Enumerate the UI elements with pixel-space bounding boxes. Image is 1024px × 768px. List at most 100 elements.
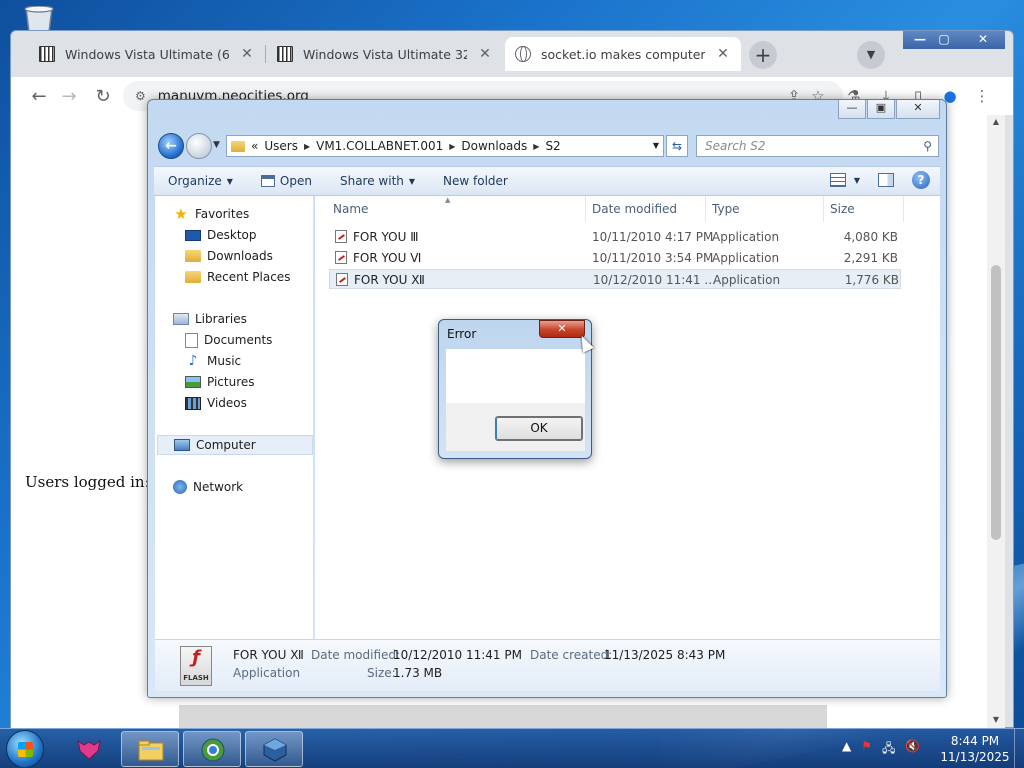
organize-button[interactable]: Organize ▼	[154, 174, 247, 188]
nav-downloads[interactable]: Downloads	[185, 246, 273, 266]
error-dialog: Error ✕ OK	[438, 319, 592, 459]
show-desktop-button[interactable]	[1014, 729, 1024, 768]
breadcrumb-s2[interactable]: S2	[545, 139, 560, 153]
explorer-maximize-button[interactable]: ▣	[867, 100, 895, 119]
explorer-minimize-button[interactable]: —	[838, 100, 866, 119]
show-hidden-icons-icon[interactable]: ▲	[842, 739, 851, 760]
breadcrumb-overflow[interactable]: «	[251, 139, 258, 153]
breadcrumb-arrow-icon[interactable]: ▶	[533, 142, 539, 151]
tab-socket-io[interactable]: socket.io makes computers ✕	[505, 37, 741, 71]
documents-icon	[185, 332, 198, 348]
scroll-up-arrow-icon[interactable]: ▲	[990, 117, 1002, 126]
taskbar-app-virtualbox[interactable]	[245, 731, 303, 767]
details-file-kind: Application	[233, 666, 301, 680]
nav-network[interactable]: Network	[173, 477, 243, 497]
action-center-flag-icon[interactable]: ⚑	[861, 739, 872, 760]
nav-pictures[interactable]: Pictures	[185, 372, 255, 392]
explorer-close-button[interactable]: ✕	[896, 100, 940, 119]
refresh-icon: ⇆	[671, 139, 683, 153]
back-button[interactable]: ←	[158, 133, 184, 159]
file-date: 10/11/2010 3:54 PM	[592, 251, 714, 265]
file-size: 2,291 KB	[843, 251, 898, 265]
forward-arrow-icon[interactable]: →	[57, 85, 81, 109]
recycle-bin-icon[interactable]	[20, 6, 58, 32]
nav-favorites[interactable]: ★ Favorites	[173, 204, 249, 224]
building-icon	[277, 46, 293, 62]
ok-button[interactable]: OK	[495, 416, 583, 441]
search-icon[interactable]: ⚲	[923, 136, 932, 156]
tab-vista-64[interactable]: Windows Vista Ultimate (64-bit ✕	[29, 37, 265, 71]
refresh-button[interactable]: ⇆	[666, 135, 688, 157]
nav-recent-places[interactable]: Recent Places	[185, 267, 290, 287]
tab-search-button[interactable]: ▼	[857, 41, 885, 69]
file-row-selected[interactable]: FOR YOU Ⅻ 10/12/2010 11:41 ... Applicati…	[329, 269, 901, 289]
address-dropdown-icon[interactable]: ▼	[653, 141, 659, 150]
nav-music[interactable]: ♪ Music	[185, 351, 242, 371]
recent-pages-chevron-icon[interactable]: ▼	[213, 140, 220, 150]
new-tab-button[interactable]: +	[749, 41, 777, 69]
close-tab-icon[interactable]: ✕	[239, 46, 255, 62]
change-view-button[interactable]: ▼	[829, 173, 860, 187]
view-controls: ▼ ?	[829, 171, 930, 189]
taskbar-app-explorer[interactable]	[121, 731, 179, 767]
scrollbar-thumb[interactable]	[991, 265, 1001, 540]
libraries-icon	[173, 313, 189, 325]
folder-icon	[231, 140, 245, 152]
file-row[interactable]: FOR YOU Ⅲ 10/11/2010 4:17 PM Application…	[329, 227, 901, 247]
close-tab-icon[interactable]: ✕	[477, 46, 493, 62]
flash-logo-glyph: ƒ	[192, 647, 200, 668]
nav-documents[interactable]: Documents	[185, 330, 272, 350]
breadcrumb-users[interactable]: Users	[264, 139, 298, 153]
open-button[interactable]: Open	[247, 174, 326, 188]
details-modified-value: 10/12/2010 11:41 PM	[393, 648, 522, 662]
start-button[interactable]	[6, 730, 44, 768]
site-info-icon[interactable]: ⚙	[135, 89, 146, 103]
organize-label: Organize	[168, 174, 222, 188]
share-with-button[interactable]: Share with ▼	[326, 174, 429, 188]
close-tab-icon[interactable]: ✕	[715, 46, 731, 62]
nav-videos[interactable]: Videos	[185, 393, 247, 413]
breadcrumb-downloads[interactable]: Downloads	[461, 139, 527, 153]
maximize-window-button[interactable]: ▢	[927, 31, 961, 49]
open-window-icon	[260, 175, 275, 187]
taskbar-app-fox[interactable]	[60, 731, 118, 767]
column-header-type[interactable]: Type	[706, 196, 824, 222]
forward-button[interactable]	[186, 133, 212, 159]
reload-icon[interactable]: ↻	[91, 85, 115, 109]
column-header-date[interactable]: Date modified	[586, 196, 706, 222]
breadcrumb-arrow-icon[interactable]: ▶	[304, 142, 310, 151]
explorer-address-bar[interactable]: « Users ▶ VM1.COLLABNET.001 ▶ Downloads …	[226, 135, 664, 157]
fox-app-icon	[77, 739, 101, 760]
new-folder-button[interactable]: New folder	[429, 174, 522, 188]
scroll-down-arrow-icon[interactable]: ▼	[990, 715, 1002, 724]
nav-desktop[interactable]: Desktop	[185, 225, 257, 245]
nav-label: Computer	[196, 438, 256, 452]
details-pane: ƒ FLASH FOR YOU Ⅻ Date modified: 10/12/2…	[155, 639, 940, 691]
sort-ascending-icon: ▲	[445, 196, 451, 204]
nav-label: Recent Places	[207, 270, 291, 284]
details-modified-label: Date modified:	[311, 648, 401, 662]
network-status-icon[interactable]: 🖧	[882, 739, 895, 760]
breadcrumb-account[interactable]: VM1.COLLABNET.001	[316, 139, 443, 153]
page-scrollbar[interactable]: ▲ ▼	[987, 115, 1005, 729]
application-file-icon	[336, 273, 348, 286]
preview-pane-icon[interactable]	[878, 173, 894, 187]
breadcrumb-arrow-icon[interactable]: ▶	[449, 142, 455, 151]
column-header-size[interactable]: Size	[824, 196, 904, 222]
column-header-name[interactable]: Name	[327, 196, 586, 222]
dialog-close-button[interactable]: ✕	[539, 320, 585, 338]
explorer-search-box[interactable]: Search S2 ⚲	[696, 135, 939, 157]
back-arrow-icon[interactable]: ←	[27, 85, 51, 109]
tab-vista-32[interactable]: Windows Vista Ultimate 32 Bit S ✕	[267, 37, 503, 71]
nav-computer[interactable]: Computer	[157, 435, 313, 455]
page-footer-bar	[179, 705, 827, 729]
help-icon[interactable]: ?	[912, 171, 930, 189]
taskbar-app-browser[interactable]	[183, 731, 241, 767]
menu-dots-icon[interactable]: ⋮	[971, 85, 993, 107]
file-row[interactable]: FOR YOU Ⅵ 10/11/2010 3:54 PM Application…	[329, 248, 901, 268]
volume-muted-icon[interactable]: 🔇	[905, 739, 920, 760]
close-window-button[interactable]: ✕	[961, 31, 1005, 49]
tab-title: socket.io makes computers	[541, 46, 705, 62]
nav-libraries[interactable]: Libraries	[173, 309, 247, 329]
taskbar-clock[interactable]: 8:44 PM 11/13/2025	[940, 733, 1010, 765]
